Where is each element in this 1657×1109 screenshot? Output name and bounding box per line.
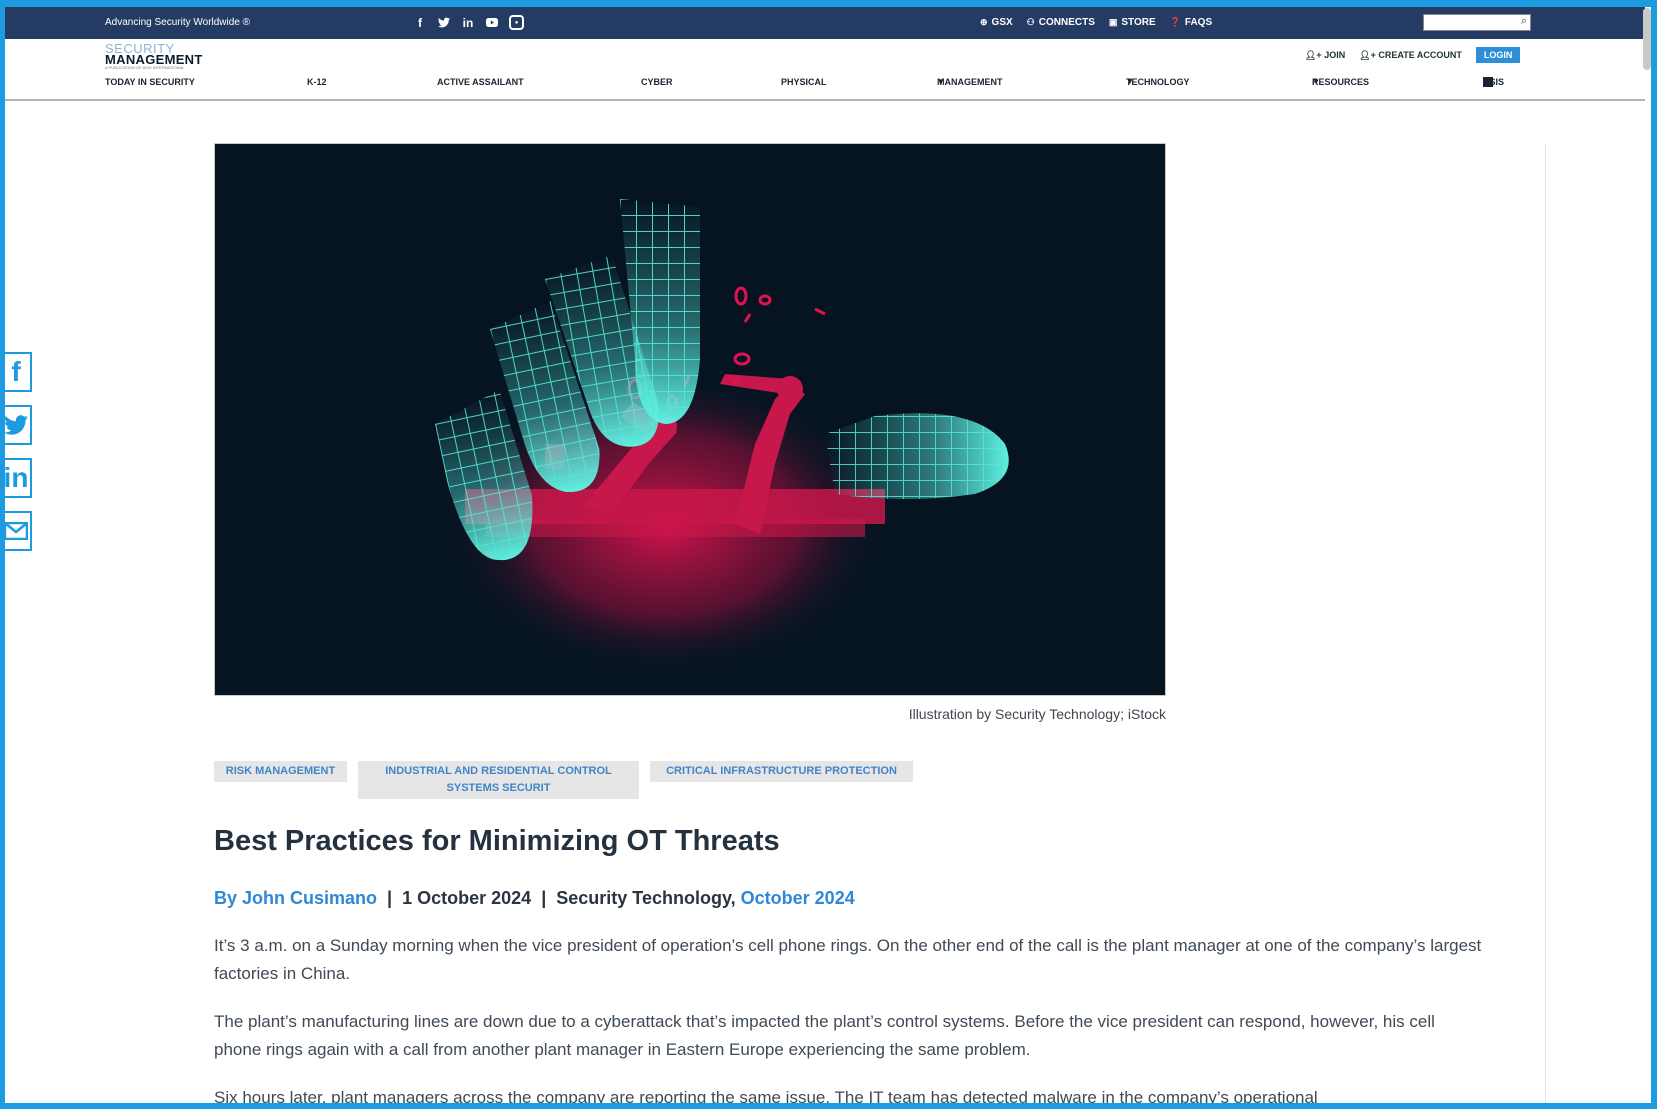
author-link[interactable]: By John Cusimano (214, 888, 377, 908)
section-link[interactable]: Security Technology, (556, 888, 735, 908)
twitter-share-icon[interactable] (0, 405, 32, 445)
people-icon: ⚇ (1026, 17, 1035, 27)
tag-industrial-control-systems[interactable]: INDUSTRIAL AND RESIDENTIAL CONTROL SYSTE… (358, 761, 639, 799)
image-caption: Illustration by Security Technology; iSt… (908, 706, 1166, 722)
globe-icon: ⊕ (980, 17, 988, 27)
account-links: 👤︎+ JOIN 👤︎+ CREATE ACCOUNT LOGIN (1305, 47, 1521, 63)
article-paragraph: The plant’s manufacturing lines are down… (214, 1012, 1435, 1059)
issue-link[interactable]: October 2024 (741, 888, 855, 908)
share-rail: f in (0, 352, 32, 564)
quick-links: ⊕ GSX ⚇ CONNECTS ▣ STORE ❓ FAQS (980, 17, 1212, 28)
create-account-link[interactable]: 👤︎+ CREATE ACCOUNT (1359, 50, 1462, 61)
search-icon[interactable]: ⌕ (1521, 15, 1527, 28)
tagline: Advancing Security Worldwide ® (105, 17, 251, 28)
publish-date: 1 October 2024 (402, 888, 532, 908)
store-link[interactable]: ▣ STORE (1109, 17, 1156, 28)
sidebar-divider (1545, 143, 1546, 1103)
article-byline: By John Cusimano | 1 October 2024 | Secu… (214, 888, 855, 909)
caret-down-icon: ▼ (1312, 77, 1320, 86)
scrollbar-thumb[interactable] (1643, 8, 1651, 70)
question-icon: ❓ (1169, 17, 1181, 27)
linkedin-share-icon[interactable]: in (0, 458, 32, 498)
twitter-icon[interactable] (437, 16, 451, 30)
caret-down-icon: ▼ (1126, 77, 1134, 86)
gsx-link[interactable]: ⊕ GSX (980, 17, 1013, 28)
article-paragraph: Six hours later, plant managers across t… (214, 1088, 1318, 1107)
linkedin-icon[interactable]: in (461, 16, 475, 30)
connects-link[interactable]: ⚇ CONNECTS (1027, 17, 1095, 28)
login-button[interactable]: LOGIN (1475, 47, 1521, 63)
site-logo[interactable]: SECURITY MANAGEMENT A PUBLICATION OF ASI… (105, 42, 203, 70)
store-icon: ▣ (1108, 17, 1118, 27)
facebook-icon[interactable]: f (413, 16, 427, 30)
faqs-link[interactable]: ❓ FAQS (1170, 17, 1212, 28)
search-input[interactable]: ⌕ (1423, 14, 1531, 31)
top-bar: Advancing Security Worldwide ® f in ● ⊕ G… (5, 7, 1645, 39)
caret-down-icon: ▼ (1483, 77, 1491, 86)
site-header: SECURITY MANAGEMENT A PUBLICATION OF ASI… (5, 39, 1645, 101)
caret-down-icon: ▼ (937, 77, 945, 86)
facebook-share-icon[interactable]: f (0, 352, 32, 392)
user-plus-icon: 👤︎+ (1359, 49, 1376, 60)
article-title: Best Practices for Minimizing OT Threats (214, 825, 780, 857)
byline-separator: | (541, 888, 547, 908)
article-hero-image (214, 143, 1166, 696)
byline-separator: | (387, 888, 393, 908)
tag-risk-management[interactable]: RISK MANAGEMENT (214, 761, 347, 782)
email-share-icon[interactable] (0, 511, 32, 551)
social-links: f in ● (413, 15, 524, 30)
youtube-icon[interactable] (485, 16, 499, 30)
instagram-icon[interactable]: ● (509, 15, 524, 30)
tag-critical-infrastructure[interactable]: CRITICAL INFRASTRUCTURE PROTECTION (650, 761, 913, 782)
article-paragraph: It’s 3 a.m. on a Sunday morning when the… (214, 936, 1482, 983)
join-link[interactable]: 👤︎+ JOIN (1305, 50, 1345, 61)
user-plus-icon: 👤︎+ (1305, 49, 1322, 60)
